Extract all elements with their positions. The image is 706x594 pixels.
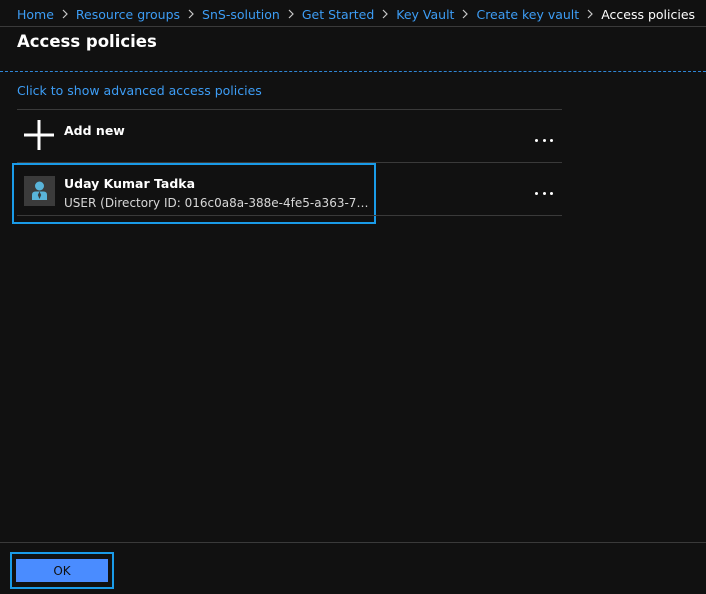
page-title: Access policies — [17, 32, 157, 51]
policy-principal-name: Uday Kumar Tadka — [64, 176, 196, 191]
breadcrumb-home[interactable]: Home — [17, 7, 54, 22]
ok-button[interactable]: OK — [16, 559, 108, 582]
footer-divider — [0, 542, 706, 543]
chevron-right-icon — [62, 9, 68, 19]
header-dashed-divider — [0, 71, 706, 72]
breadcrumb-sns-solution[interactable]: SnS-solution — [202, 7, 280, 22]
chevron-right-icon — [462, 9, 469, 19]
breadcrumb-get-started[interactable]: Get Started — [302, 7, 374, 22]
chevron-right-icon — [587, 9, 594, 19]
breadcrumb-create-key-vault[interactable]: Create key vault — [476, 7, 579, 22]
plus-icon — [24, 120, 54, 150]
more-options-icon[interactable] — [535, 137, 553, 143]
breadcrumb: Home Resource groups SnS-solution Get St… — [17, 5, 695, 23]
user-icon — [24, 176, 55, 206]
list-divider — [17, 215, 562, 216]
more-options-icon[interactable] — [535, 190, 553, 196]
header-divider — [0, 26, 706, 27]
breadcrumb-current: Access policies — [601, 6, 696, 22]
ok-button-focus-frame: OK — [10, 552, 114, 589]
breadcrumb-resource-groups[interactable]: Resource groups — [76, 7, 180, 22]
add-new-label: Add new — [64, 123, 125, 138]
access-policies-blade: Home Resource groups SnS-solution Get St… — [0, 0, 706, 594]
chevron-right-icon — [382, 9, 389, 19]
policy-principal-detail: USER (Directory ID: 016c0a8a-388e-4fe5-a… — [64, 196, 369, 210]
add-new-row[interactable]: Add new — [17, 110, 562, 162]
advanced-access-policies-link[interactable]: Click to show advanced access policies — [17, 83, 262, 98]
breadcrumb-key-vault[interactable]: Key Vault — [396, 7, 454, 22]
chevron-right-icon — [188, 9, 194, 19]
chevron-right-icon — [288, 9, 294, 19]
